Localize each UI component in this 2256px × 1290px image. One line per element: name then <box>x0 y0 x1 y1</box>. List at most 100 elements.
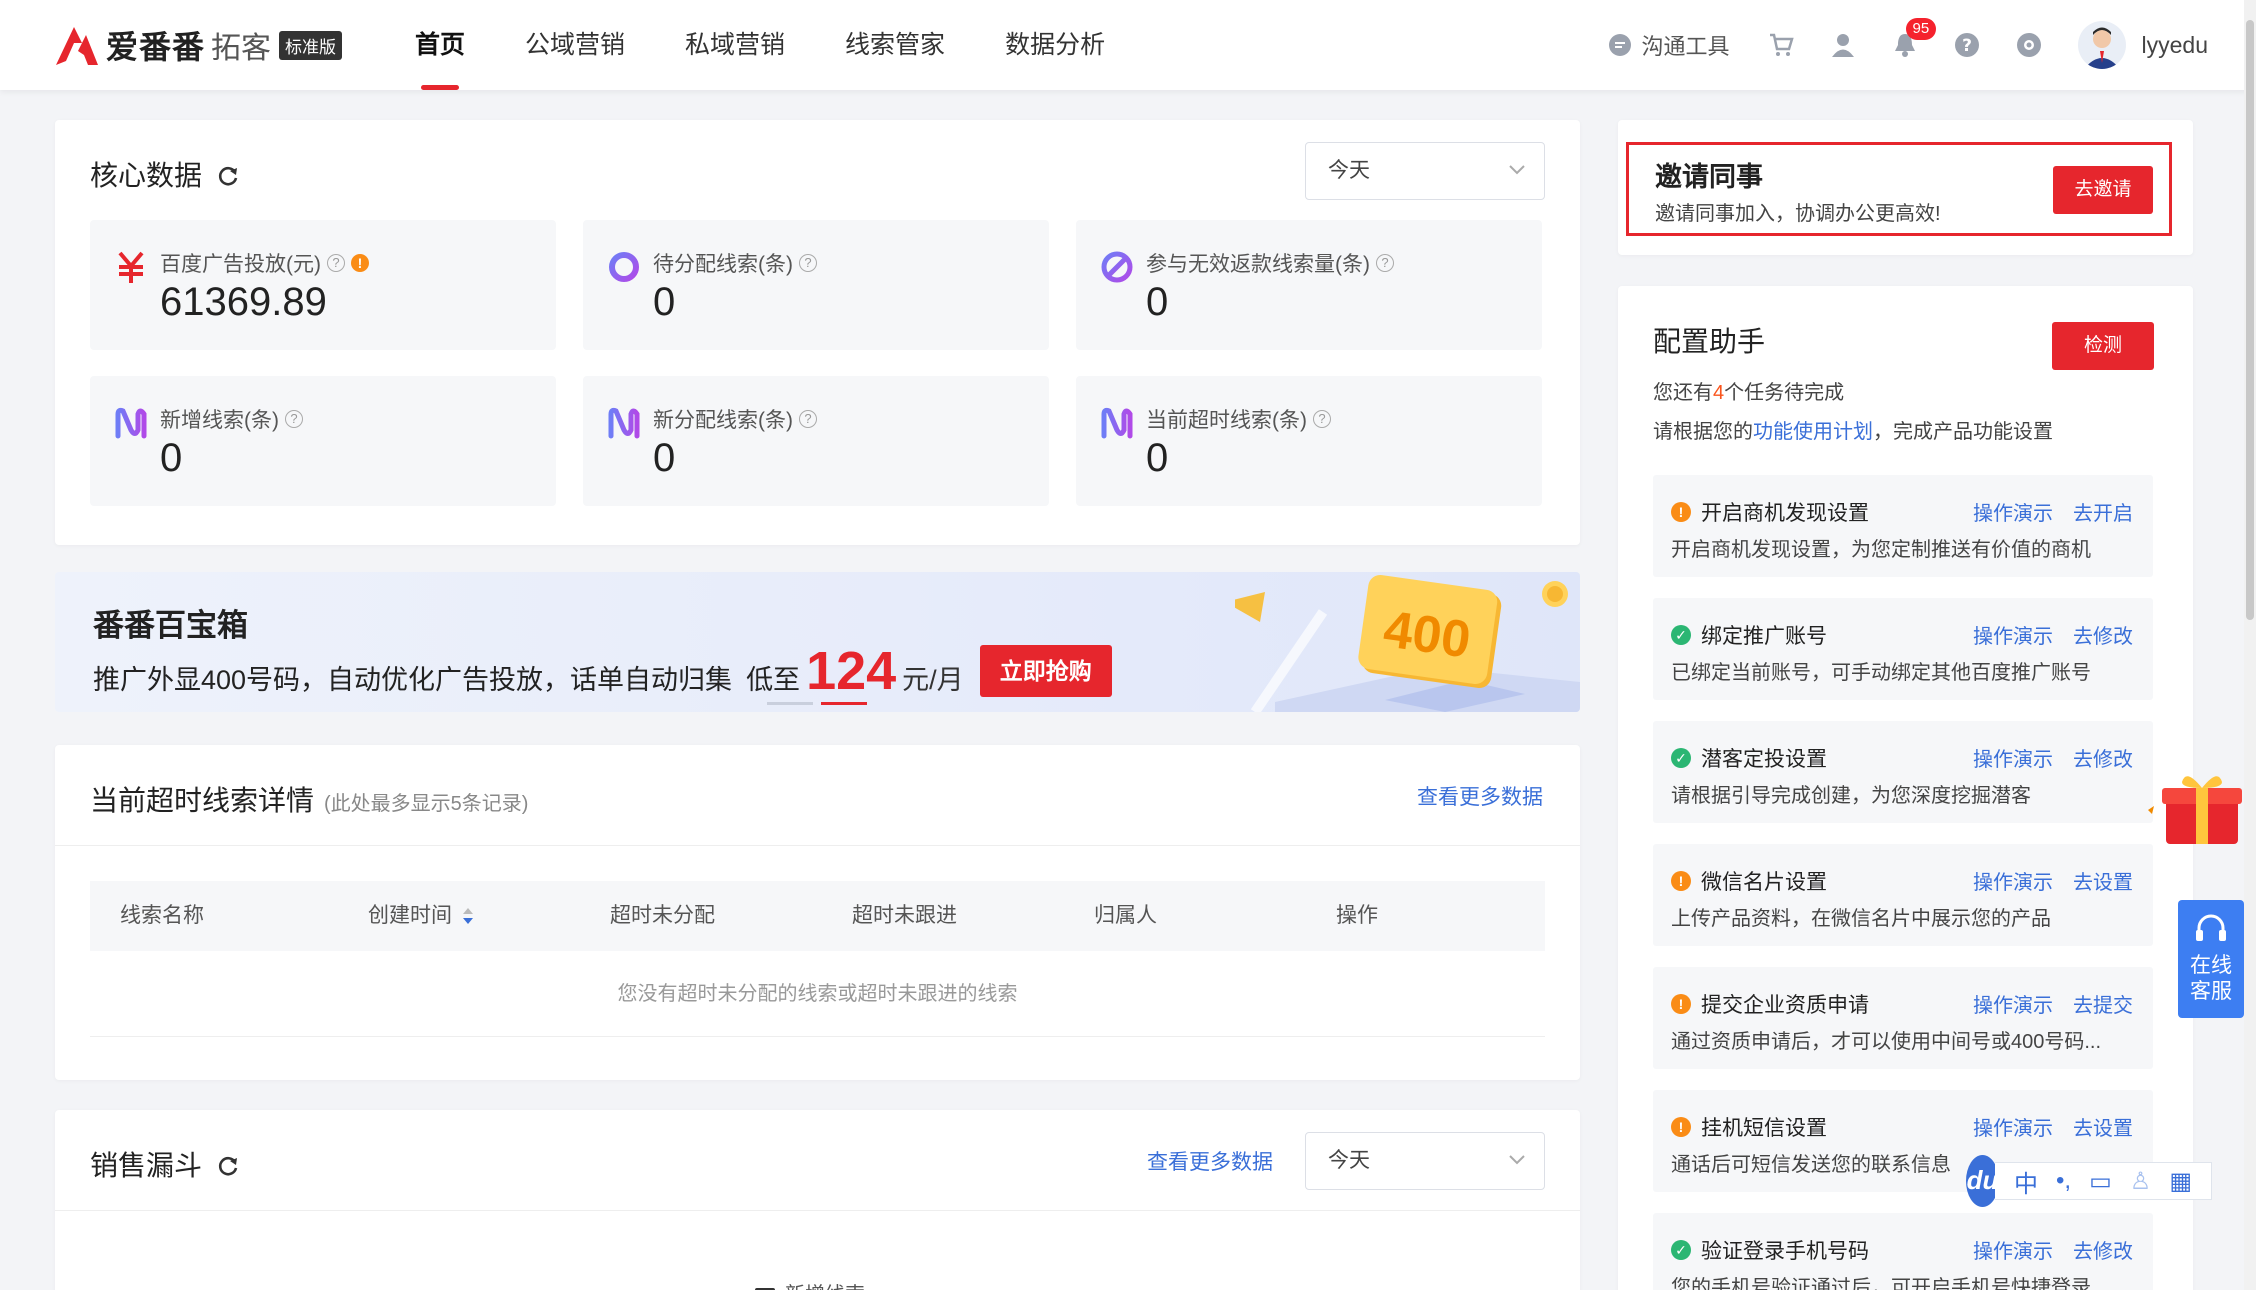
overdue-more-link[interactable]: 查看更多数据 <box>1417 781 1543 811</box>
metric-pending-leads[interactable]: 待分配线索(条) ? 0 <box>583 220 1049 350</box>
task-name: 挂机短信设置 <box>1701 1117 1827 1140</box>
task-demo-link[interactable]: 操作演示 <box>1973 620 2053 649</box>
nav-public-marketing[interactable]: 公域营销 <box>525 0 625 90</box>
notification-button[interactable]: 95 <box>1892 18 1937 58</box>
metric-label: 新增线索(条) ? <box>160 404 303 434</box>
headset-icon <box>2196 914 2226 941</box>
banner-dot[interactable] <box>767 702 813 705</box>
user-icon[interactable]: ♙ <box>2130 1167 2152 1196</box>
task-item: ✓ 验证登录手机号码 操作演示 去修改 您的手机号验证通过后，可开启手机号快捷登… <box>1653 1213 2153 1290</box>
task-demo-link[interactable]: 操作演示 <box>1973 989 2053 1018</box>
banner-dot-active[interactable] <box>821 702 867 705</box>
cart-button[interactable] <box>1768 32 1794 58</box>
task-desc: 通过资质申请后，才可以使用中间号或400号码... <box>1671 1031 2102 1053</box>
task-demo-link[interactable]: 操作演示 <box>1973 743 2053 772</box>
col-actions: 操作 <box>1336 904 1378 927</box>
banner-title: 番番百宝箱 <box>93 608 248 643</box>
help-icon: ? <box>1954 33 1979 57</box>
brand-sub: 拓客 <box>211 32 272 65</box>
help-circle-icon[interactable]: ? <box>1376 254 1394 272</box>
task-action-link[interactable]: 去设置 <box>2073 866 2133 895</box>
keyboard-icon[interactable]: ▭ <box>2089 1167 2112 1196</box>
metric-label-text: 待分配线索(条) <box>653 253 793 276</box>
funnel-legend: 新增线索 <box>755 1278 865 1290</box>
banner-price-prefix: 低至 <box>746 665 801 695</box>
gift-float-button[interactable] <box>2146 768 2242 846</box>
avatar[interactable] <box>2077 21 2126 69</box>
user-center-button[interactable] <box>1830 32 1856 58</box>
grid-icon[interactable]: ▦ <box>2169 1167 2192 1196</box>
divider <box>55 845 1580 846</box>
buy-now-button[interactable]: 立即抢购 <box>979 645 1112 697</box>
help-circle-icon[interactable]: ? <box>1313 410 1331 428</box>
banner-pagination <box>767 702 875 705</box>
metric-newly-assigned-leads[interactable]: 新分配线索(条) ? 0 <box>583 376 1049 506</box>
task-action-link[interactable]: 去开启 <box>2073 497 2133 526</box>
refresh-icon[interactable] <box>216 1154 240 1178</box>
funnel-range-select[interactable]: 今天 <box>1305 1132 1545 1190</box>
task-action-link[interactable]: 去修改 <box>2073 743 2133 772</box>
svg-text:?: ? <box>1962 36 1972 56</box>
task-demo-link[interactable]: 操作演示 <box>1973 497 2053 526</box>
wave-icon <box>1101 407 1133 439</box>
task-demo-link[interactable]: 操作演示 <box>1973 1235 2053 1264</box>
task-name: 潜客定投设置 <box>1701 748 1827 771</box>
assistant-remaining: 您还有4个任务待完成 <box>1653 376 1844 405</box>
invite-button[interactable]: 去邀请 <box>2053 166 2153 214</box>
settings-button[interactable] <box>2016 32 2042 58</box>
nav-lead-manager[interactable]: 线索管家 <box>845 0 945 90</box>
promo-banner[interactable]: 番番百宝箱 推广外显400号码，自动优化广告投放，话单自动归集 低至 124 元… <box>55 572 1580 712</box>
task-demo-link[interactable]: 操作演示 <box>1973 866 2053 895</box>
help-circle-icon[interactable]: ? <box>285 410 303 428</box>
username[interactable]: lyyedu <box>2142 32 2208 59</box>
warning-icon[interactable]: ! <box>351 254 369 272</box>
metric-overdue-leads[interactable]: 当前超时线索(条) ? 0 <box>1076 376 1542 506</box>
check-icon: ✓ <box>1671 625 1691 645</box>
forbidden-icon <box>1101 251 1133 283</box>
task-action-link[interactable]: 去修改 <box>2073 1235 2133 1264</box>
overdue-subtitle: (此处最多显示5条记录) <box>324 793 529 815</box>
metric-new-leads[interactable]: 新增线索(条) ? 0 <box>90 376 556 506</box>
banner-art-number: 400 <box>1380 600 1474 670</box>
overdue-title: 当前超时线索详情 <box>90 785 315 816</box>
help-circle-icon[interactable]: ? <box>799 410 817 428</box>
col-created-time[interactable]: 创建时间 <box>338 881 580 951</box>
config-assistant-card: 配置助手 检测 您还有4个任务待完成 请根据您的功能使用计划，完成产品功能设置 … <box>1618 286 2193 1290</box>
help-circle-icon[interactable]: ? <box>327 254 345 272</box>
comm-tool-button[interactable]: 沟通工具 <box>1608 29 1730 61</box>
funnel-more-link[interactable]: 查看更多数据 <box>1147 1146 1273 1176</box>
metric-label-text: 新增线索(条) <box>160 409 279 432</box>
support-label-2: 客服 <box>2190 980 2232 1003</box>
sort-icon[interactable] <box>462 907 474 925</box>
punctuation-icon[interactable]: •, <box>2056 1167 2071 1195</box>
avatar-icon <box>2083 27 2120 69</box>
brand-logo[interactable]: 爱番番 拓客 标准版 <box>52 20 343 70</box>
task-action-link[interactable]: 去提交 <box>2073 989 2133 1018</box>
metric-ad-spend[interactable]: 百度广告投放(元) ? ! 61369.89 <box>90 220 556 350</box>
detect-button[interactable]: 检测 <box>2052 322 2154 370</box>
help-button[interactable]: ? <box>1954 32 1980 58</box>
divider <box>55 1210 1580 1211</box>
task-demo-link[interactable]: 操作演示 <box>1973 1112 2053 1141</box>
task-action-link[interactable]: 去设置 <box>2073 1112 2133 1141</box>
refresh-icon[interactable] <box>216 164 240 188</box>
ime-mode-toggle[interactable]: 中 <box>2014 1164 2038 1199</box>
core-range-select[interactable]: 今天 <box>1305 142 1545 200</box>
nav-data-analysis[interactable]: 数据分析 <box>1005 0 1105 90</box>
page-scrollbar[interactable] <box>2244 0 2256 1290</box>
plan-link[interactable]: 功能使用计划 <box>1753 421 1873 443</box>
nav-home[interactable]: 首页 <box>415 0 465 90</box>
metric-invalid-refund-leads[interactable]: 参与无效返款线索量(条) ? 0 <box>1076 220 1542 350</box>
warning-icon: ! <box>1671 1117 1691 1137</box>
online-support-button[interactable]: 在线 客服 <box>2178 900 2244 1018</box>
help-circle-icon[interactable]: ? <box>799 254 817 272</box>
metric-label-text: 参与无效返款线索量(条) <box>1146 253 1370 276</box>
chevron-down-icon <box>1509 165 1525 175</box>
metric-label: 新分配线索(条) ? <box>653 404 817 434</box>
task-item: ✓ 绑定推广账号 操作演示 去修改 已绑定当前账号，可手动绑定其他百度推广账号 <box>1653 598 2153 700</box>
task-desc: 您的手机号验证通过后，可开启手机号快捷登录 <box>1671 1277 2091 1290</box>
nav-private-marketing[interactable]: 私域营销 <box>685 0 785 90</box>
task-action-link[interactable]: 去修改 <box>2073 620 2133 649</box>
scrollbar-thumb[interactable] <box>2246 20 2254 620</box>
core-data-card: 核心数据 今天 百度广告投放(元) ? ! 61369.89 待分配线索(条) … <box>55 120 1580 545</box>
